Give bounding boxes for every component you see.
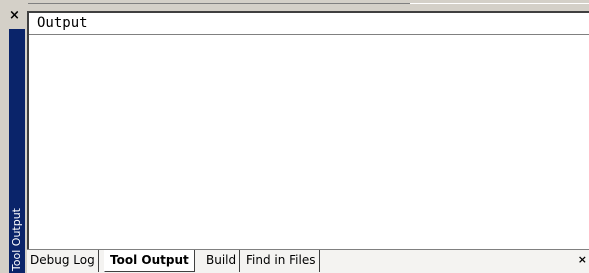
top-separator-light [410,3,589,4]
tab-build[interactable]: Build [203,250,241,272]
docked-window-gripper[interactable]: Tool Output [9,29,25,273]
output-pane-header: Output [29,13,589,35]
tab-debug-log[interactable]: Debug Log [27,250,99,272]
close-icon[interactable]: × [9,9,20,22]
gripper-label: Tool Output [10,207,23,271]
tab-tool-output[interactable]: Tool Output [104,250,195,272]
tab-strip: Debug Log Tool Output Build Find in File… [27,249,589,273]
tab-find-in-files[interactable]: Find in Files [243,250,320,272]
tab-label: Build [206,253,237,267]
output-pane[interactable]: Output [27,11,589,249]
tab-label: Find in Files [246,253,316,267]
tab-label: Debug Log [30,253,95,267]
output-pane-title: Output [37,15,88,31]
output-text-area[interactable] [29,35,589,249]
tab-label: Tool Output [110,253,189,267]
tab-strip-close-icon[interactable]: × [578,252,587,268]
top-separator-dark [28,3,410,4]
